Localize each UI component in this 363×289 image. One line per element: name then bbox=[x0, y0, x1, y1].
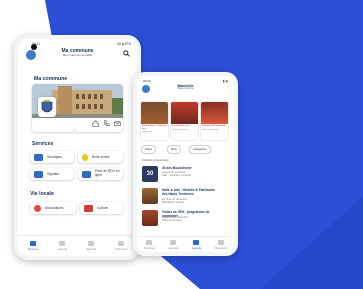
search-icon[interactable] bbox=[123, 50, 130, 59]
header-title-block[interactable]: Ma commune Mon intercommunalité bbox=[18, 48, 137, 58]
service-signaler[interactable]: Signaler bbox=[30, 168, 74, 180]
vie-locale-label: Culture bbox=[97, 206, 108, 210]
chat-icon bbox=[34, 153, 43, 161]
featured-card[interactable]: Salle & Jeux — Pole du feu Évènement bbox=[141, 102, 168, 140]
tab-label: Journal bbox=[57, 247, 67, 251]
compass-icon bbox=[218, 239, 225, 245]
tab-label: Journal bbox=[168, 245, 178, 250]
phone-main: 09:41 4G ▮ 87% Ma commune Mon intercommu… bbox=[14, 35, 141, 260]
header-title-block[interactable]: Marseille Haute Garonne bbox=[137, 84, 234, 91]
section-title-vie-locale: Vie locale bbox=[30, 191, 54, 197]
tab-label: Découvrir bbox=[115, 247, 128, 251]
featured-image bbox=[201, 102, 228, 124]
featured-caption: Office du Tourisme bbox=[172, 128, 189, 131]
event-image bbox=[142, 188, 158, 204]
vie-locale-associations[interactable]: Associations bbox=[30, 202, 76, 214]
event-item[interactable]: Halle & Arts : Histoire & Patrimoine des… bbox=[142, 188, 219, 209]
service-label: Prise de RDV en ligne bbox=[95, 169, 120, 177]
status-time: 09:02 bbox=[143, 78, 151, 83]
calendar-icon bbox=[82, 170, 91, 178]
featured-carousel[interactable]: Salle & Jeux — Pole du feu Évènement Fes… bbox=[141, 102, 234, 142]
tab-label: Découvrir bbox=[215, 245, 228, 250]
section-title-services: Services bbox=[32, 141, 54, 147]
associations-icon bbox=[34, 204, 41, 212]
phone-agenda: 09:02 ▮ ◉ Marseille Haute Garonne Salle … bbox=[133, 72, 238, 256]
newspaper-icon bbox=[59, 241, 66, 246]
tab-label: Services bbox=[143, 245, 155, 250]
newspaper-icon bbox=[170, 239, 177, 245]
filter-bar: Dates Mois Catégories bbox=[141, 145, 231, 154]
event-item[interactable]: 30 30 ans Boulodrome Samedi 16 septembre… bbox=[142, 166, 219, 187]
tab-label: Agenda bbox=[86, 247, 96, 251]
tab-services[interactable]: Services bbox=[143, 239, 155, 250]
filter-categories[interactable]: Catégories bbox=[189, 145, 211, 154]
commune-card-actions bbox=[92, 120, 121, 127]
event-image bbox=[142, 210, 158, 226]
app-header: Marseille Haute Garonne bbox=[137, 83, 234, 97]
service-label: Sondages bbox=[47, 155, 62, 159]
tab-journal[interactable]: Journal bbox=[168, 239, 178, 250]
featured-image bbox=[171, 102, 198, 124]
home-icon bbox=[146, 239, 153, 245]
event-place: Salle · Complexe municipal bbox=[162, 174, 191, 177]
event-place: Office de Tourisme bbox=[162, 219, 182, 222]
lightbulb-icon bbox=[82, 153, 88, 161]
featured-title: Salle & Jeux — Pole du feu bbox=[142, 125, 167, 130]
event-place: Bibliothèque centrale bbox=[162, 201, 185, 204]
event-item[interactable]: Visites de l'Été : programme de septembr… bbox=[142, 210, 219, 231]
home-icon[interactable] bbox=[92, 120, 99, 127]
featured-card[interactable]: Festival des arts Office du Tourisme bbox=[171, 102, 198, 140]
featured-image bbox=[141, 102, 168, 124]
filter-mois[interactable]: Mois bbox=[167, 145, 181, 154]
calendar-icon bbox=[193, 239, 200, 245]
tab-bar: Services Journal Agenda Découvrir bbox=[18, 235, 137, 256]
section-title-ma-commune: Ma commune bbox=[34, 76, 68, 82]
calendar-icon bbox=[88, 241, 95, 246]
service-label: Signaler bbox=[47, 172, 60, 176]
tab-label: Agenda bbox=[191, 245, 202, 250]
status-bar: 09:02 ▮ ◉ bbox=[137, 76, 234, 83]
tab-services[interactable]: Services bbox=[27, 241, 39, 251]
event-image: 30 bbox=[142, 166, 158, 182]
service-label: Boîte à idée bbox=[92, 155, 110, 159]
culture-icon bbox=[84, 204, 93, 212]
coat-of-arms-icon bbox=[38, 97, 56, 117]
featured-caption: Office du Tourisme bbox=[202, 128, 219, 131]
header-subtitle: Mon intercommunalité bbox=[62, 53, 93, 58]
featured-card[interactable]: Journée du Patrimoine Office du Tourisme bbox=[201, 102, 228, 140]
service-boite-a-idee[interactable]: Boîte à idée bbox=[78, 151, 123, 163]
tab-bar: Services Journal Agenda Découvrir bbox=[137, 236, 234, 252]
events-heading: Prochains événements bbox=[142, 159, 169, 162]
tab-agenda[interactable]: Agenda bbox=[191, 239, 202, 250]
tab-decouvrir[interactable]: Découvrir bbox=[215, 239, 228, 250]
phone-icon[interactable] bbox=[103, 120, 110, 127]
tab-label: Services bbox=[27, 247, 39, 251]
status-icons: 4G ▮ 87% bbox=[116, 41, 131, 46]
home-icon bbox=[30, 241, 37, 246]
compass-icon bbox=[118, 241, 125, 246]
header-subtitle: Haute Garonne bbox=[177, 87, 194, 91]
featured-caption: Évènement bbox=[142, 131, 153, 134]
event-title: Halle & Arts : Histoire & Patrimoine des… bbox=[162, 188, 216, 196]
vie-locale-label: Associations bbox=[45, 206, 64, 210]
service-sondages[interactable]: Sondages bbox=[30, 151, 74, 163]
tab-agenda[interactable]: Agenda bbox=[86, 241, 96, 251]
service-prise-de-rdv[interactable]: Prise de RDV en ligne bbox=[78, 168, 123, 180]
app-header: Ma commune Mon intercommunalité bbox=[18, 46, 137, 68]
alert-icon bbox=[34, 170, 43, 178]
filter-dates[interactable]: Dates bbox=[141, 145, 157, 154]
tab-decouvrir[interactable]: Découvrir bbox=[115, 241, 127, 251]
status-icons: ▮ ◉ bbox=[222, 78, 228, 83]
tab-journal[interactable]: Journal bbox=[58, 241, 67, 251]
commune-card[interactable]: • • bbox=[32, 84, 123, 132]
mail-icon[interactable] bbox=[114, 120, 121, 127]
vie-locale-culture[interactable]: Culture bbox=[80, 202, 123, 214]
carousel-dots: • • bbox=[73, 128, 76, 132]
